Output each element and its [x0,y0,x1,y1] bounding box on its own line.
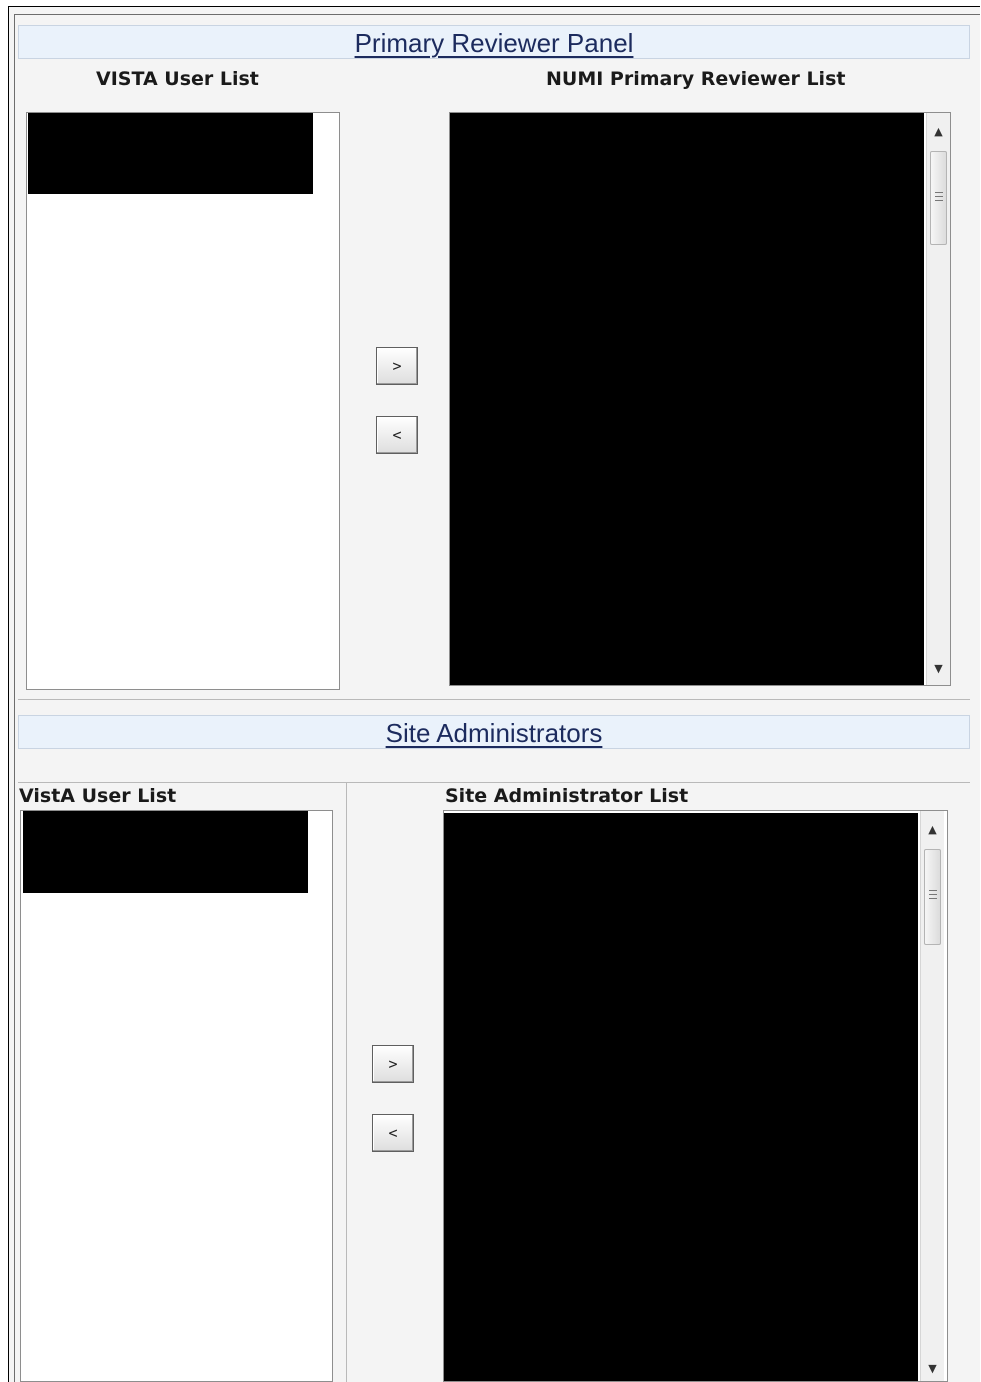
vista-user-listbox[interactable] [26,112,340,690]
vista-user-listbox-2[interactable] [20,810,333,1382]
scroll-down-icon[interactable]: ▼ [921,1358,944,1380]
add-site-administrator-button[interactable]: > [372,1045,414,1083]
scrollbar-thumb[interactable] [930,151,947,245]
scroll-down-icon[interactable]: ▼ [927,658,950,680]
site-administrator-list-label: Site Administrator List [445,785,689,807]
site-administrator-listbox[interactable]: ▲ ▼ [443,810,948,1382]
add-primary-reviewer-button[interactable]: > [376,347,418,385]
redacted-list-item [28,113,313,194]
remove-primary-reviewer-button[interactable]: < [376,416,418,454]
grip-icon [929,890,937,899]
numi-primary-reviewer-list-label: NUMI Primary Reviewer List [546,68,846,90]
primary-reviewer-panel-header: Primary Reviewer Panel [18,25,970,59]
site-admin-label-row-divider [18,782,970,783]
scroll-up-icon[interactable]: ▲ [927,121,950,143]
vista-user-list-label: VISTA User List [96,68,259,90]
remove-site-administrator-button[interactable]: < [372,1114,414,1152]
reviewer-list-scrollbar[interactable]: ▲ ▼ [926,113,950,685]
scrollbar-thumb[interactable] [924,849,941,945]
numi-primary-reviewer-listbox[interactable]: ▲ ▼ [449,112,951,686]
site-administrators-title: Site Administrators [385,718,603,748]
site-admin-column-divider [346,782,347,1382]
redacted-reviewer-list [450,113,924,685]
primary-reviewer-panel-title: Primary Reviewer Panel [354,28,634,58]
scroll-up-icon[interactable]: ▲ [921,819,944,841]
grip-icon [935,192,943,201]
admin-list-scrollbar[interactable]: ▲ ▼ [920,811,944,1381]
redacted-list-item [23,811,308,893]
site-administrators-header: Site Administrators [18,715,970,749]
redacted-administrator-list [444,813,918,1381]
panel-divider [18,699,970,700]
vista-user-list-label-2: VistA User List [19,785,177,807]
